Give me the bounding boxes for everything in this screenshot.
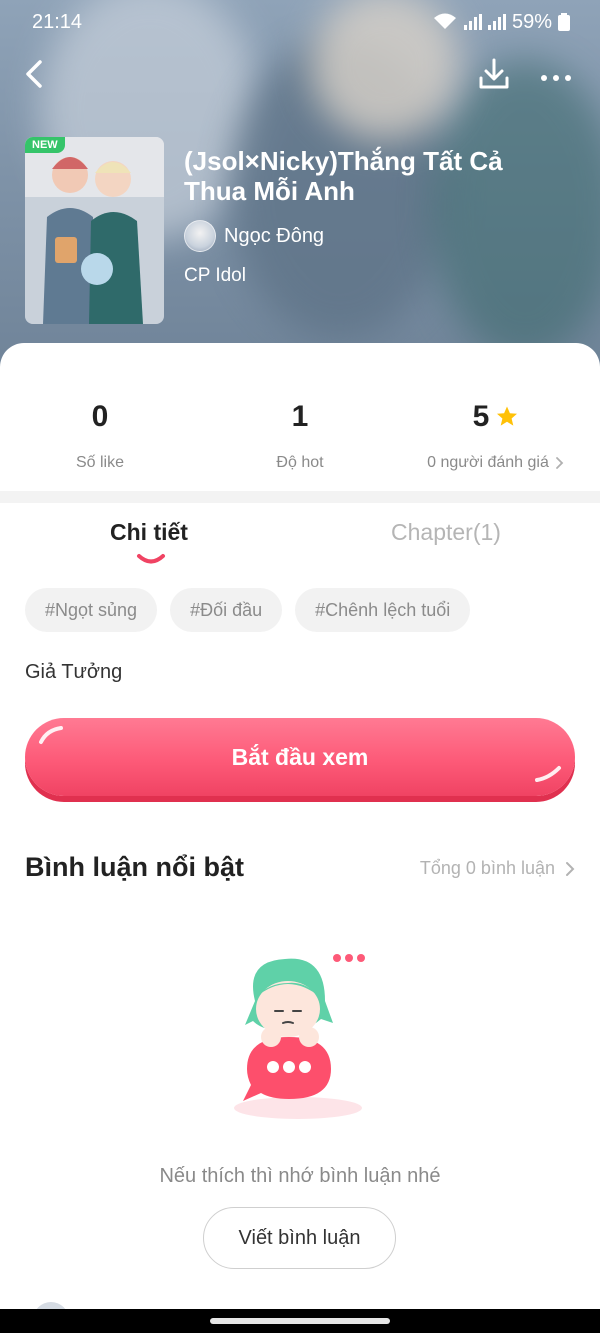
hot-count: 1 <box>291 400 309 433</box>
tab-indicator <box>137 554 165 564</box>
back-arrow-icon <box>26 60 42 88</box>
content-card: 0 Số like 1 Độ hot 5 0 người đánh giá Ch <box>0 343 600 1333</box>
signal-icon <box>487 14 506 30</box>
hero-header: 21:14 59% NEW (Jsol×Nicky)Thắng Tất Cả T… <box>0 0 600 380</box>
more-dots-icon <box>541 75 571 81</box>
tag-chip[interactable]: #Chênh lệch tuổi <box>295 588 471 632</box>
book-category[interactable]: CP Idol <box>184 265 246 287</box>
battery-percent: 59% <box>511 10 552 33</box>
back-button[interactable] <box>20 54 54 94</box>
download-button[interactable] <box>474 54 514 94</box>
status-bar: 21:14 59% <box>0 0 600 44</box>
button-shine <box>39 726 63 744</box>
stats-row: 0 Số like 1 Độ hot 5 0 người đánh giá <box>0 398 600 488</box>
star-icon <box>497 406 518 426</box>
more-button[interactable] <box>536 54 576 94</box>
rating-row: 5 <box>396 398 596 436</box>
top-bar <box>0 50 600 98</box>
system-nav-bar <box>0 1309 600 1333</box>
tab-detail[interactable]: Chi tiết <box>110 519 188 546</box>
tag-chip[interactable]: #Ngọt sủng <box>25 588 158 632</box>
download-icon <box>479 58 509 89</box>
home-gesture-pill[interactable] <box>210 1318 390 1324</box>
rating-score: 5 <box>472 400 490 433</box>
chevron-right-icon <box>566 861 575 876</box>
comments-header: Bình luận nổi bật Tổng 0 bình luận <box>25 848 575 888</box>
wifi-icon <box>433 13 456 29</box>
start-reading-button[interactable]: Bắt đầu xem <box>25 718 575 796</box>
author-name: Ngọc Đông <box>224 224 325 247</box>
tag-chip[interactable]: #Đối đầu <box>170 588 283 632</box>
book-title: (Jsol×Nicky)Thắng Tất Cả Thua Mỗi Anh <box>184 146 503 206</box>
battery-icon <box>558 13 570 31</box>
comments-title: Bình luận nổi bật <box>25 852 244 882</box>
rating-label-row: 0 người đánh giá <box>396 454 596 472</box>
stat-rating[interactable]: 5 0 người đánh giá <box>396 398 596 472</box>
empty-comments-illustration <box>234 954 365 1119</box>
tag-list: #Ngọt sủng #Đối đầu #Chênh lệch tuổi <box>25 588 471 632</box>
author-avatar <box>184 220 216 252</box>
write-comment-button[interactable]: Viết bình luận <box>203 1207 396 1269</box>
tab-bar: Chi tiết Chapter(1) <box>0 513 600 573</box>
book-cover[interactable]: NEW <box>25 137 164 324</box>
bg-blur <box>430 60 600 360</box>
status-icons: 59% <box>432 11 570 34</box>
chevron-right-icon <box>555 457 564 469</box>
tab-chapter[interactable]: Chapter(1) <box>391 519 501 546</box>
likes-label: Số like <box>75 454 125 471</box>
genre-text: Giả Tưởng <box>25 661 123 683</box>
new-badge: NEW <box>25 137 65 153</box>
hot-label: Độ hot <box>276 454 324 471</box>
author-link[interactable]: Ngọc Đông <box>184 220 324 252</box>
section-divider <box>0 491 600 503</box>
status-time: 21:14 <box>32 10 83 33</box>
likes-count: 0 <box>91 400 109 433</box>
comments-total-link[interactable]: Tổng 0 bình luận <box>420 858 575 879</box>
comments-total-label: Tổng 0 bình luận <box>419 858 555 878</box>
cover-image <box>25 137 164 324</box>
stat-hot: 1 Độ hot <box>200 398 400 472</box>
start-reading-label: Bắt đầu xem <box>231 743 369 770</box>
rating-count-label: 0 người đánh giá <box>427 454 549 471</box>
empty-comments-text: Nếu thích thì nhớ bình luận nhé <box>159 1165 441 1187</box>
signal-icon <box>463 14 482 30</box>
stat-likes: 0 Số like <box>0 398 200 472</box>
button-shine <box>535 766 561 782</box>
